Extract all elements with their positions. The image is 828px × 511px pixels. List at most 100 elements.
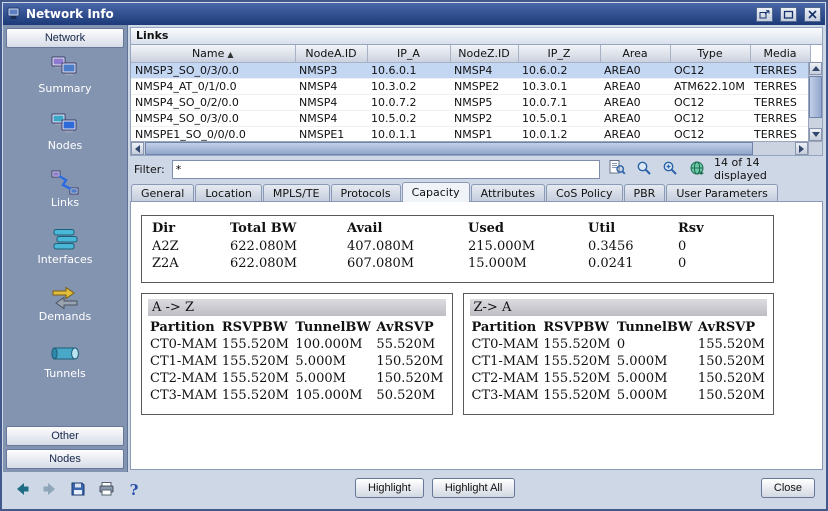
a-to-z-header: Partition RSVPBW TunnelBW AvRSVP [148, 318, 446, 336]
table-row: CT3-MAM155.520M5.000M150.520M [470, 387, 768, 404]
main-panel: Links Name▲ NodeA.ID IP_A NodeZ.ID IP_Z … [128, 25, 825, 472]
table-cell: 50.520M [374, 387, 445, 404]
table-row[interactable]: NMSP4_AT_0/1/0.0NMSP410.3.0.2NMSPE210.3.… [131, 78, 810, 94]
table-cell: CT0-MAM [470, 336, 542, 353]
tab-pbr[interactable]: PBR [624, 184, 666, 202]
links-table-body: NMSP3_SO_0/3/0.0NMSP310.6.0.1NMSP410.6.0… [131, 62, 810, 142]
table-cell: NMSP4_SO_0/3/0.0 [131, 110, 295, 126]
table-cell: NMSP5 [450, 94, 518, 110]
globe-button[interactable] [687, 160, 707, 178]
sidebar-item-links[interactable]: Links [6, 166, 124, 223]
highlight-buttons: Highlight Highlight All [355, 478, 515, 498]
column-header-area[interactable]: Area [600, 45, 670, 62]
table-cell: 155.520M [220, 336, 294, 353]
window-title: Network Info [26, 7, 114, 21]
zoom-in-icon [662, 160, 678, 179]
filter-count: 14 of 14 displayed [714, 156, 819, 182]
filter-bar: Filter: 14 of 14 displayed [130, 156, 823, 182]
column-header-dir: Dir [142, 219, 220, 238]
column-header-rsv: Rsv [668, 219, 773, 238]
column-header-ip-a[interactable]: IP_A [367, 45, 450, 62]
table-cell: CT1-MAM [148, 353, 220, 370]
column-header-media[interactable]: Media [750, 45, 810, 62]
table-row[interactable]: NMSP4_SO_0/3/0.0NMSP410.5.0.2NMSP210.5.0… [131, 110, 810, 126]
sidebar-items: Summary Nodes Links Interfaces [6, 52, 124, 394]
table-cell: 155.520M [541, 336, 615, 353]
search-button[interactable] [634, 160, 654, 178]
sidebar: Network Summary Nodes Links [3, 25, 128, 472]
forward-button[interactable] [39, 480, 61, 500]
table-cell: 155.520M [220, 370, 294, 387]
sidebar-item-nodes[interactable]: Nodes [6, 109, 124, 166]
column-header-tunnelbw: TunnelBW [615, 318, 696, 336]
tab-location[interactable]: Location [195, 184, 262, 202]
tab-attributes[interactable]: Attributes [471, 184, 545, 202]
scroll-up-button[interactable] [809, 62, 822, 75]
nodes-button[interactable]: Nodes [6, 449, 124, 469]
table-cell: 55.520M [374, 336, 445, 353]
table-row: A2Z622.080M407.080M215.000M0.34560 [142, 238, 773, 255]
vertical-scrollbar[interactable] [808, 62, 822, 141]
vertical-scroll-thumb[interactable] [809, 76, 822, 118]
table-row[interactable]: NMSP4_SO_0/2/0.0NMSP410.0.7.2NMSP510.0.7… [131, 94, 810, 110]
column-header-used: Used [458, 219, 578, 238]
sidebar-item-interfaces[interactable]: Interfaces [6, 223, 124, 280]
tab-mpls-te[interactable]: MPLS/TE [263, 184, 330, 202]
filter-input[interactable] [172, 160, 600, 179]
column-header-name[interactable]: Name▲ [131, 45, 295, 62]
sidebar-item-summary[interactable]: Summary [6, 52, 124, 109]
table-cell: NMSP4 [450, 62, 518, 78]
interfaces-icon [6, 223, 124, 253]
sidebar-item-demands[interactable]: Demands [6, 280, 124, 337]
titlebar[interactable]: Network Info [3, 3, 825, 25]
scroll-right-button[interactable] [795, 142, 808, 155]
column-header-ip-z[interactable]: IP_Z [518, 45, 600, 62]
back-button[interactable] [11, 480, 33, 500]
links-panel-title: Links [130, 27, 823, 45]
save-button[interactable] [67, 480, 89, 500]
float-button[interactable] [756, 7, 773, 22]
table-cell: 155.520M [541, 353, 615, 370]
capacity-tab-panel: Dir Total BW Avail Used Util Rsv A2Z622.… [130, 201, 823, 470]
column-header-nodea-id[interactable]: NodeA.ID [295, 45, 367, 62]
table-cell: 155.520M [220, 353, 294, 370]
table-row: CT2-MAM155.520M5.000M150.520M [470, 370, 768, 387]
column-header-type[interactable]: Type [670, 45, 750, 62]
horizontal-scroll-thumb[interactable] [145, 142, 753, 155]
table-row[interactable]: NMSP3_SO_0/3/0.0NMSP310.6.0.1NMSP410.6.0… [131, 62, 810, 78]
table-cell: 150.520M [374, 353, 445, 370]
help-button[interactable]: ? [123, 480, 145, 500]
tab-capacity[interactable]: Capacity [402, 182, 470, 202]
maximize-button[interactable] [780, 7, 797, 22]
advanced-search-button[interactable] [607, 160, 627, 178]
table-row: Z2A622.080M607.080M15.000M0.02410 [142, 255, 773, 272]
scroll-left-button[interactable] [131, 142, 144, 155]
highlight-button[interactable]: Highlight [355, 478, 424, 498]
column-header-partition: Partition [148, 318, 220, 336]
tab-general[interactable]: General [131, 184, 194, 202]
tab-user-parameters[interactable]: User Parameters [666, 184, 778, 202]
print-button[interactable] [95, 480, 117, 500]
bottom-bar: ? Highlight Highlight All Close [3, 472, 825, 508]
table-cell: 10.0.7.2 [367, 94, 450, 110]
column-header-nodez-id[interactable]: NodeZ.ID [450, 45, 518, 62]
table-cell: OC12 [670, 62, 750, 78]
tab-protocols[interactable]: Protocols [331, 184, 401, 202]
sidebar-item-tunnels[interactable]: Tunnels [6, 337, 124, 394]
table-row[interactable]: NMSPE1_SO_0/0/0.0NMSPE110.0.1.1NMSP110.0… [131, 126, 810, 142]
table-cell: NMSPE1_SO_0/0/0.0 [131, 126, 295, 142]
column-header-avrsvp: AvRSVP [696, 318, 767, 336]
zoom-in-button[interactable] [660, 160, 680, 178]
tab-cos-policy[interactable]: CoS Policy [546, 184, 623, 202]
table-cell: 10.3.0.2 [367, 78, 450, 94]
close-button[interactable]: Close [761, 478, 815, 498]
titlebar-close-button[interactable] [804, 7, 821, 22]
table-cell: NMSP4 [295, 78, 367, 94]
horizontal-scrollbar[interactable] [131, 141, 808, 155]
highlight-all-button[interactable]: Highlight All [432, 478, 515, 498]
scroll-down-button[interactable] [809, 128, 822, 141]
other-button[interactable]: Other [6, 426, 124, 446]
table-cell: AREA0 [600, 62, 670, 78]
z-to-a-table: Z-> A Partition RSVPBW TunnelBW AvRSVP [463, 293, 775, 415]
network-button[interactable]: Network [6, 28, 124, 48]
